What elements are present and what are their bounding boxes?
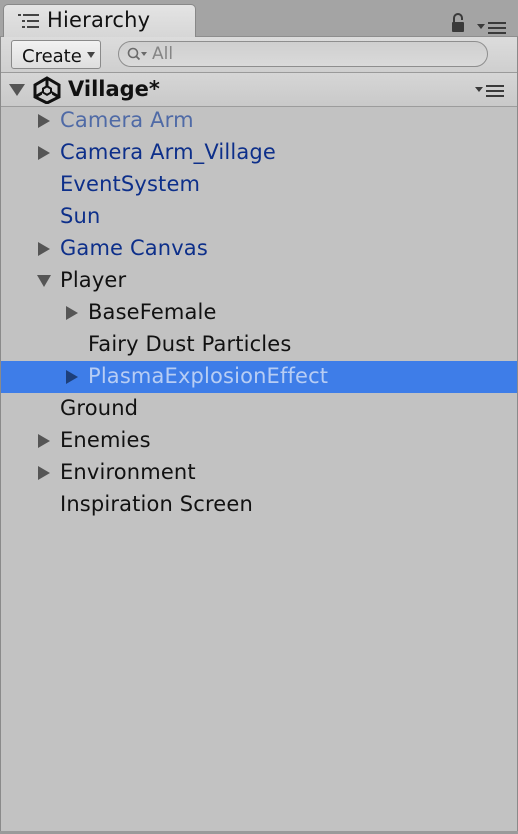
tree-item[interactable]: Inspiration Screen xyxy=(0,489,518,521)
dropdown-arrow-icon xyxy=(87,52,95,58)
foldout-collapsed-icon[interactable] xyxy=(37,114,51,128)
foldout-collapsed-icon[interactable] xyxy=(65,370,79,384)
foldout-expanded-icon[interactable] xyxy=(37,274,51,288)
foldout-collapsed-icon[interactable] xyxy=(37,146,51,160)
create-button[interactable]: Create xyxy=(11,40,101,69)
create-button-label: Create xyxy=(22,46,82,67)
tree-item-label: Game Canvas xyxy=(60,236,208,260)
tree-item[interactable]: BaseFemale xyxy=(0,297,518,329)
tree-item[interactable]: Ground xyxy=(0,393,518,425)
tree-item[interactable]: PlasmaExplosionEffect xyxy=(0,361,518,393)
tree-item-label: Environment xyxy=(60,460,196,484)
tree-item[interactable]: Game Canvas xyxy=(0,233,518,265)
foldout-collapsed-icon[interactable] xyxy=(37,466,51,480)
tree-item-label: Ground xyxy=(60,396,139,420)
tree-item[interactable]: Enemies xyxy=(0,425,518,457)
tree-item[interactable]: Camera Arm xyxy=(0,105,518,137)
toolbar: Create xyxy=(0,37,518,73)
search-field[interactable] xyxy=(118,41,488,67)
tab-title: Hierarchy xyxy=(47,8,151,32)
tree-item[interactable]: Player xyxy=(0,265,518,297)
tree-item[interactable]: EventSystem xyxy=(0,169,518,201)
tree-item[interactable]: Sun xyxy=(0,201,518,233)
tree-item-label: Inspiration Screen xyxy=(60,492,253,516)
search-icon[interactable] xyxy=(127,47,151,62)
foldout-collapsed-icon[interactable] xyxy=(65,306,79,320)
context-menu-icon[interactable] xyxy=(475,83,505,97)
tree-item-label: Fairy Dust Particles xyxy=(88,332,292,356)
scene-name: Village* xyxy=(68,77,160,101)
tree-item[interactable]: Environment xyxy=(0,457,518,489)
tree-item-label: Enemies xyxy=(60,428,151,452)
tree-item-label: Player xyxy=(60,268,127,292)
tree-item-label: BaseFemale xyxy=(88,300,217,324)
foldout-expanded-icon[interactable] xyxy=(9,83,25,97)
context-menu-icon[interactable] xyxy=(477,20,507,34)
hierarchy-window: Hierarchy Create All Village* Camera Arm… xyxy=(0,0,518,834)
tree-item[interactable]: Fairy Dust Particles xyxy=(0,329,518,361)
unity-logo-icon xyxy=(33,76,61,104)
foldout-collapsed-icon[interactable] xyxy=(37,434,51,448)
window-border xyxy=(0,37,1,834)
tree-item-label: Camera Arm_Village xyxy=(60,140,276,164)
hierarchy-tree: Camera Arm Camera Arm_Village EventSystem S… xyxy=(0,105,518,521)
tree-item-label: Camera Arm xyxy=(60,108,194,132)
tree-item-label: EventSystem xyxy=(60,172,201,196)
search-input[interactable] xyxy=(152,42,472,66)
foldout-collapsed-icon[interactable] xyxy=(37,242,51,256)
tree-item-label: Sun xyxy=(60,204,101,228)
tab-hierarchy[interactable]: Hierarchy xyxy=(3,4,196,38)
tab-bar: Hierarchy xyxy=(0,0,518,38)
hierarchy-list-icon xyxy=(18,14,39,28)
scene-header-row[interactable]: Village* xyxy=(0,73,518,107)
tree-item-label: PlasmaExplosionEffect xyxy=(88,364,329,388)
tree-item[interactable]: Camera Arm_Village xyxy=(0,137,518,169)
lock-icon[interactable] xyxy=(451,12,465,34)
